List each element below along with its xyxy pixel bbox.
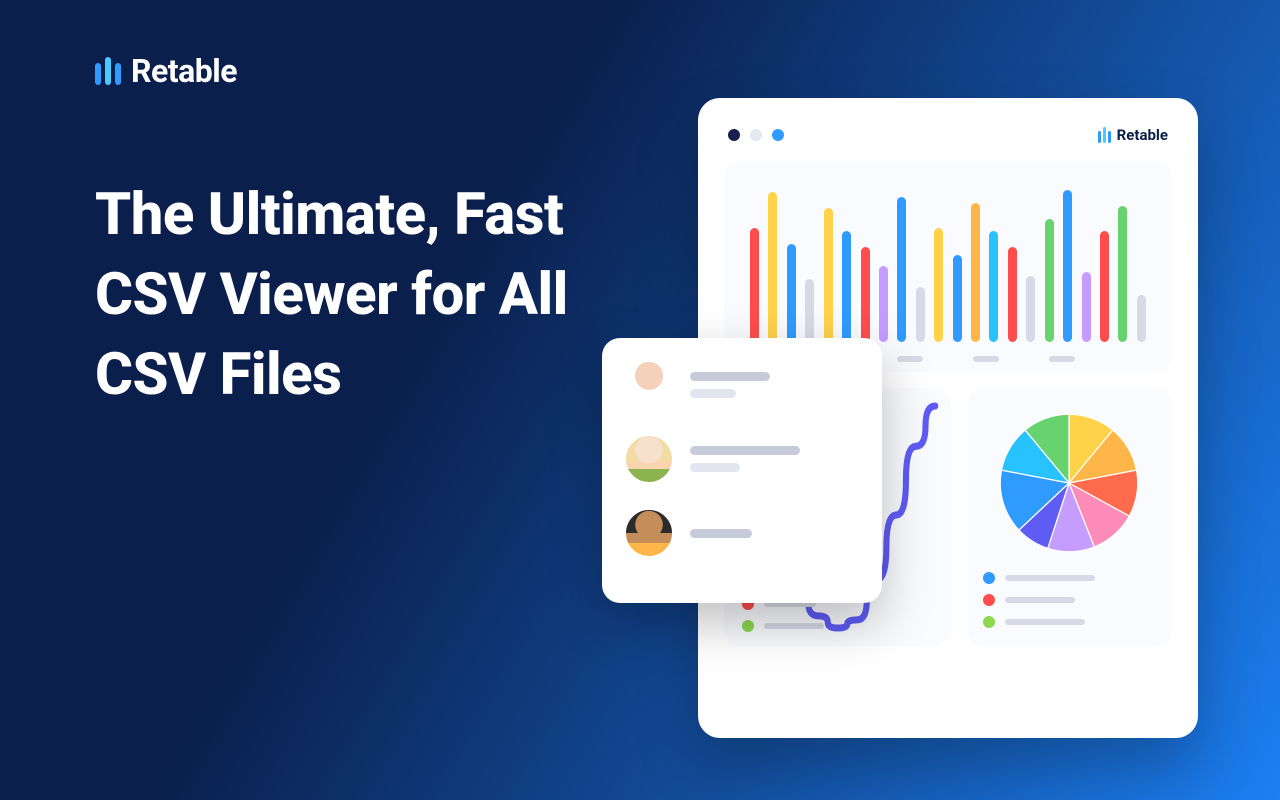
list-item [624, 434, 860, 484]
bars-icon [1098, 127, 1111, 143]
text-skeleton [690, 372, 770, 398]
bars-icon [95, 57, 121, 85]
avatar [624, 360, 674, 410]
avatar [624, 434, 674, 484]
bar-chart [750, 184, 1146, 342]
brand-name: Retable [131, 52, 237, 90]
people-card [602, 338, 882, 603]
brand-logo-mini: Retable [1098, 126, 1168, 144]
dashboard-titlebar: Retable [718, 118, 1178, 162]
hero-banner: Retable The Ultimate, Fast CSV Viewer fo… [0, 0, 1280, 800]
window-dots-icon [728, 129, 784, 141]
pie-chart [994, 408, 1144, 558]
brand-logo: Retable [95, 52, 237, 90]
list-item [624, 508, 860, 558]
text-skeleton [690, 446, 800, 472]
brand-name-mini: Retable [1117, 126, 1168, 144]
text-skeleton [690, 529, 752, 538]
pie-chart-legend [983, 572, 1156, 628]
pie-chart-card [967, 388, 1172, 646]
headline: The Ultimate, Fast CSV Viewer for All CS… [95, 175, 615, 415]
list-item [624, 360, 860, 410]
avatar [624, 508, 674, 558]
